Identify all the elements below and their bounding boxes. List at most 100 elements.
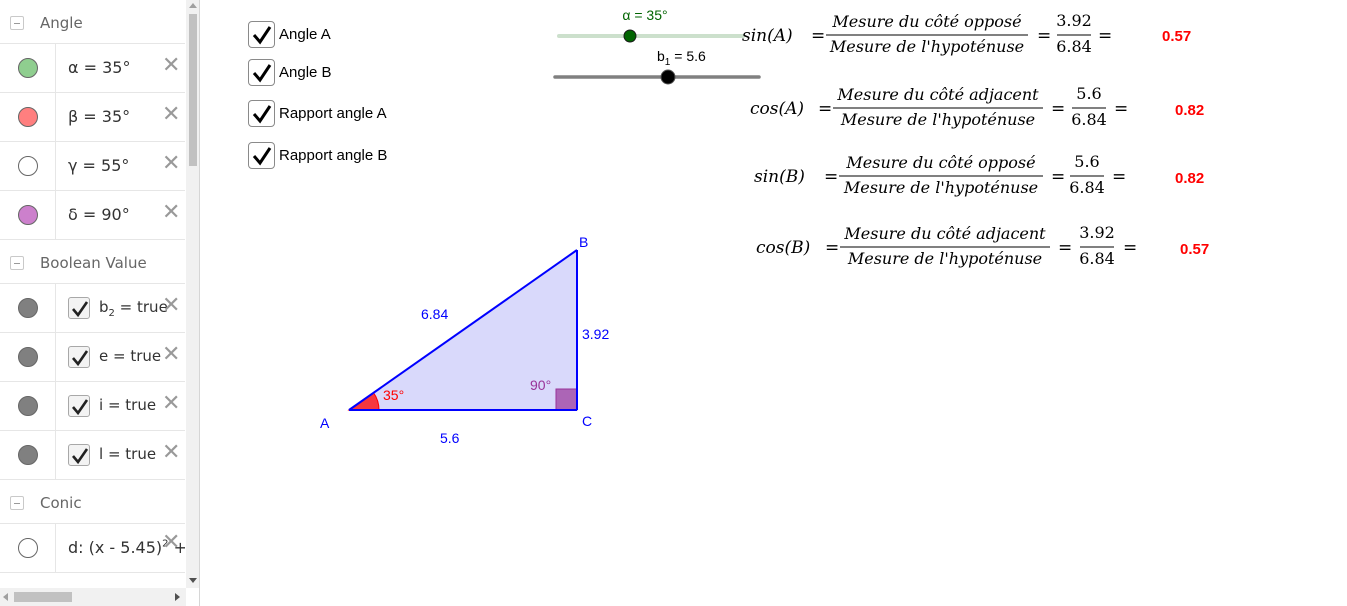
algebra-expression[interactable]: γ = 55° bbox=[68, 156, 129, 175]
formula-denominator-value: 6.84 bbox=[1079, 249, 1115, 268]
algebra-row-b2[interactable]: b2 = true ✕ bbox=[0, 284, 185, 333]
visibility-marble-icon[interactable] bbox=[18, 58, 38, 78]
formula-lhs: cos(B) bbox=[756, 238, 810, 258]
boolean-checkbox[interactable] bbox=[68, 395, 90, 417]
algebra-vertical-scrollbar[interactable] bbox=[186, 0, 199, 588]
algebra-expression[interactable]: e = true bbox=[99, 347, 161, 365]
algebra-expression[interactable]: i = true bbox=[99, 396, 156, 414]
algebra-expression[interactable]: α = 35° bbox=[68, 58, 130, 77]
formula-result: 0.57 bbox=[1162, 28, 1191, 45]
formula-numerator-text: Mesure du côté opposé bbox=[831, 12, 1021, 31]
algebra-row-alpha[interactable]: α = 35° ✕ bbox=[0, 44, 185, 93]
visibility-marble-icon[interactable] bbox=[18, 396, 38, 416]
visibility-marble-icon[interactable] bbox=[18, 298, 38, 318]
checkbox-box[interactable] bbox=[248, 100, 275, 127]
equals-sign: = bbox=[1114, 99, 1128, 119]
algebra-expression[interactable]: l = true bbox=[99, 445, 156, 463]
formula-result: 0.57 bbox=[1180, 241, 1209, 258]
algebra-expression[interactable]: b2 = true bbox=[99, 298, 168, 319]
equals-sign: = bbox=[1123, 238, 1137, 258]
checkbox-label[interactable]: Rapport angle B bbox=[279, 147, 387, 164]
equals-sign: = bbox=[1098, 26, 1112, 46]
delete-icon[interactable]: ✕ bbox=[162, 202, 180, 224]
formula-numerator-text: Mesure du côté adjacent bbox=[836, 85, 1039, 104]
formula-denominator-value: 6.84 bbox=[1069, 178, 1105, 197]
equals-sign: = bbox=[1037, 26, 1051, 46]
collapse-icon[interactable] bbox=[10, 496, 24, 510]
algebra-horizontal-scrollbar[interactable] bbox=[0, 588, 186, 606]
algebra-row-conic-d[interactable]: d: (x - 5.45)2 + ✕ bbox=[0, 524, 185, 573]
checkbox-label[interactable]: Angle B bbox=[279, 64, 332, 81]
point-label-b: B bbox=[579, 234, 588, 250]
boolean-checkbox[interactable] bbox=[68, 444, 90, 466]
visibility-marble-icon[interactable] bbox=[18, 538, 38, 558]
scroll-down-icon[interactable] bbox=[189, 578, 197, 583]
group-header-angle[interactable]: Angle bbox=[0, 0, 185, 44]
visibility-marble-icon[interactable] bbox=[18, 156, 38, 176]
visibility-marble-icon[interactable] bbox=[18, 445, 38, 465]
right-angle-marker[interactable] bbox=[555, 388, 578, 411]
checkbox-label[interactable]: Angle A bbox=[279, 26, 331, 43]
point-label-c: C bbox=[582, 413, 592, 429]
algebra-row-beta[interactable]: β = 35° ✕ bbox=[0, 93, 185, 142]
delete-icon[interactable]: ✕ bbox=[162, 393, 180, 415]
delete-icon[interactable]: ✕ bbox=[162, 442, 180, 464]
slider-alpha-handle[interactable] bbox=[623, 29, 637, 43]
formula-numerator-value: 5.6 bbox=[1074, 152, 1099, 171]
algebra-expression[interactable]: δ = 90° bbox=[68, 205, 130, 224]
visibility-marble-icon[interactable] bbox=[18, 205, 38, 225]
checkbox-box[interactable] bbox=[248, 59, 275, 86]
scroll-right-icon[interactable] bbox=[175, 593, 180, 601]
algebra-row-l[interactable]: l = true ✕ bbox=[0, 431, 185, 480]
formula-sin-b[interactable]: sin(B) = Mesure du côté opposé Mesure de… bbox=[754, 152, 1204, 197]
group-title: Angle bbox=[40, 14, 83, 32]
scrollbar-thumb[interactable] bbox=[14, 592, 72, 602]
equals-sign: = bbox=[1051, 167, 1065, 187]
visibility-marble-icon[interactable] bbox=[18, 347, 38, 367]
algebra-row-delta[interactable]: δ = 90° ✕ bbox=[0, 191, 185, 240]
checkbox-label[interactable]: Rapport angle A bbox=[279, 105, 387, 122]
group-header-boolean[interactable]: Boolean Value bbox=[0, 240, 185, 284]
slider-b1-handle[interactable] bbox=[660, 69, 676, 85]
scroll-left-icon[interactable] bbox=[3, 593, 8, 601]
algebra-row-i[interactable]: i = true ✕ bbox=[0, 382, 185, 431]
graphics-canvas[interactable]: α = 35° b1 = 5.6 6.84 3.92 5.6 B A C 35°… bbox=[206, 0, 1347, 606]
formula-denominator-value: 6.84 bbox=[1056, 37, 1092, 56]
algebra-list: Angle α = 35° ✕ β = 35° ✕ γ = 55° ✕ δ = … bbox=[0, 0, 185, 588]
group-header-conic[interactable]: Conic bbox=[0, 480, 185, 524]
formula-denominator-text: Mesure de l'hypoténuse bbox=[829, 37, 1024, 56]
equals-sign: = bbox=[825, 238, 839, 258]
delete-icon[interactable]: ✕ bbox=[162, 104, 180, 126]
label-adjacent: 5.6 bbox=[440, 430, 460, 446]
collapse-icon[interactable] bbox=[10, 16, 24, 30]
formula-result: 0.82 bbox=[1175, 102, 1204, 119]
equals-sign: = bbox=[818, 99, 832, 119]
group-title: Boolean Value bbox=[40, 254, 147, 272]
formula-cos-a[interactable]: cos(A) = Mesure du côté adjacent Mesure … bbox=[750, 84, 1204, 129]
scrollbar-thumb[interactable] bbox=[189, 14, 197, 166]
formula-sin-a[interactable]: sin(A) = Mesure du côté opposé Mesure de… bbox=[742, 11, 1191, 56]
algebra-row-gamma[interactable]: γ = 55° ✕ bbox=[0, 142, 185, 191]
delete-icon[interactable]: ✕ bbox=[162, 295, 180, 317]
delete-icon[interactable]: ✕ bbox=[162, 55, 180, 77]
boolean-checkbox[interactable] bbox=[68, 346, 90, 368]
delete-icon[interactable]: ✕ bbox=[162, 153, 180, 175]
slider-b1-label: b1 = 5.6 bbox=[657, 48, 706, 68]
formula-denominator-text: Mesure de l'hypoténuse bbox=[840, 110, 1035, 129]
algebra-expression[interactable]: β = 35° bbox=[68, 107, 130, 126]
algebra-row-e[interactable]: e = true ✕ bbox=[0, 333, 185, 382]
boolean-checkbox[interactable] bbox=[68, 297, 90, 319]
scroll-up-icon[interactable] bbox=[189, 3, 197, 8]
equals-sign: = bbox=[1112, 167, 1126, 187]
checkbox-box[interactable] bbox=[248, 142, 275, 169]
equals-sign: = bbox=[811, 26, 825, 46]
equals-sign: = bbox=[1051, 99, 1065, 119]
visibility-marble-icon[interactable] bbox=[18, 107, 38, 127]
delete-icon[interactable]: ✕ bbox=[162, 532, 180, 554]
formula-cos-b[interactable]: cos(B) = Mesure du côté adjacent Mesure … bbox=[756, 223, 1209, 268]
checkbox-box[interactable] bbox=[248, 21, 275, 48]
graphics-view[interactable]: α = 35° b1 = 5.6 6.84 3.92 5.6 B A C 35°… bbox=[206, 0, 1347, 606]
delete-icon[interactable]: ✕ bbox=[162, 344, 180, 366]
collapse-icon[interactable] bbox=[10, 256, 24, 270]
formula-lhs: sin(B) bbox=[754, 167, 805, 187]
